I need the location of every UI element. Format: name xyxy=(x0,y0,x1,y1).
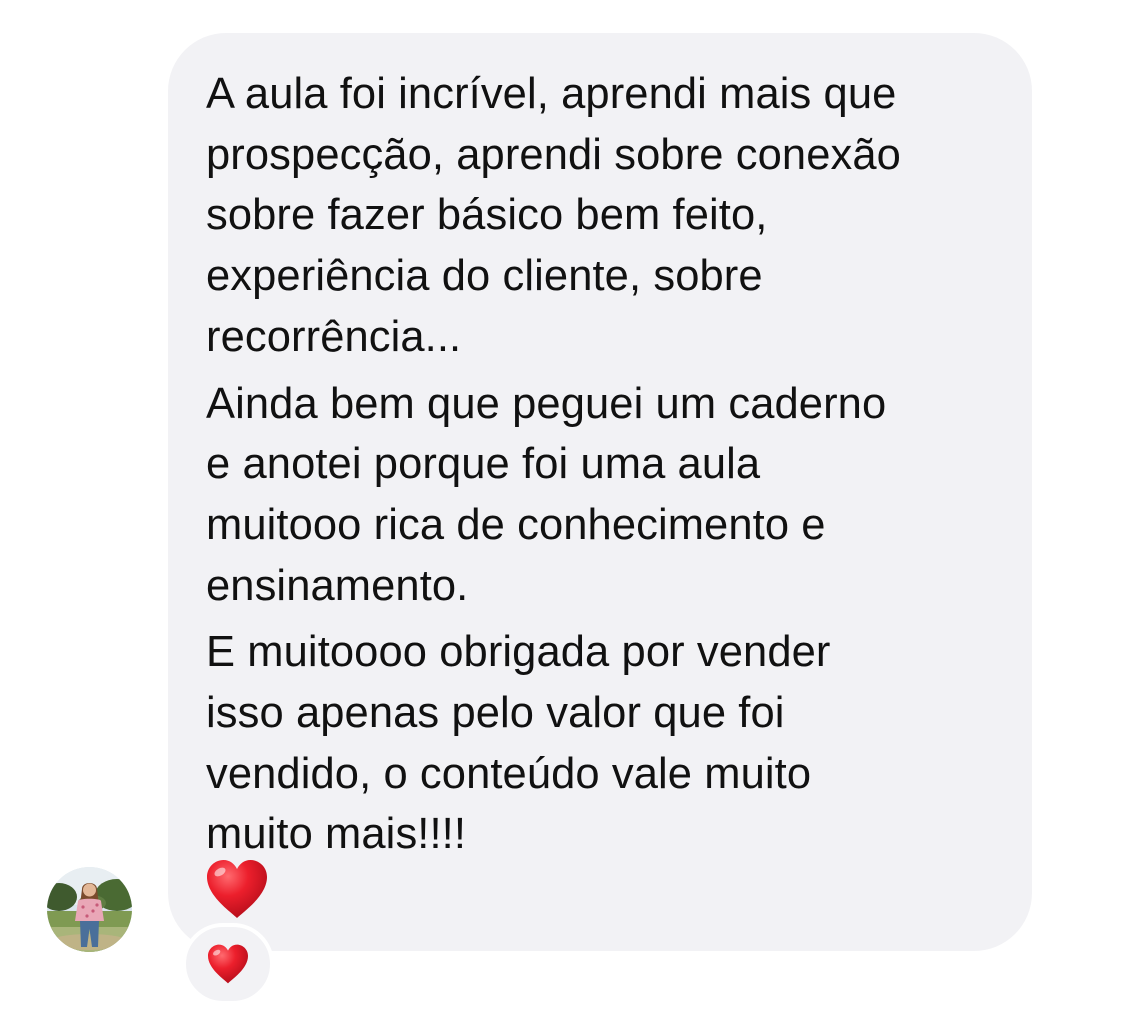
avatar-photo xyxy=(47,867,132,952)
message-paragraph-3: E muitoooo obrigada por vender isso apen… xyxy=(206,628,831,859)
message-text: A aula foi incrível, aprendi mais que pr… xyxy=(206,64,1006,871)
red-heart-emoji xyxy=(207,860,267,918)
reaction-badge[interactable] xyxy=(182,923,274,1005)
message-paragraph-1: A aula foi incrível, aprendi mais que pr… xyxy=(206,70,901,361)
user-avatar[interactable] xyxy=(47,867,132,952)
message-paragraph-2: Ainda bem que peguei um caderno e anotei… xyxy=(206,379,887,610)
red-heart-icon xyxy=(208,944,248,984)
